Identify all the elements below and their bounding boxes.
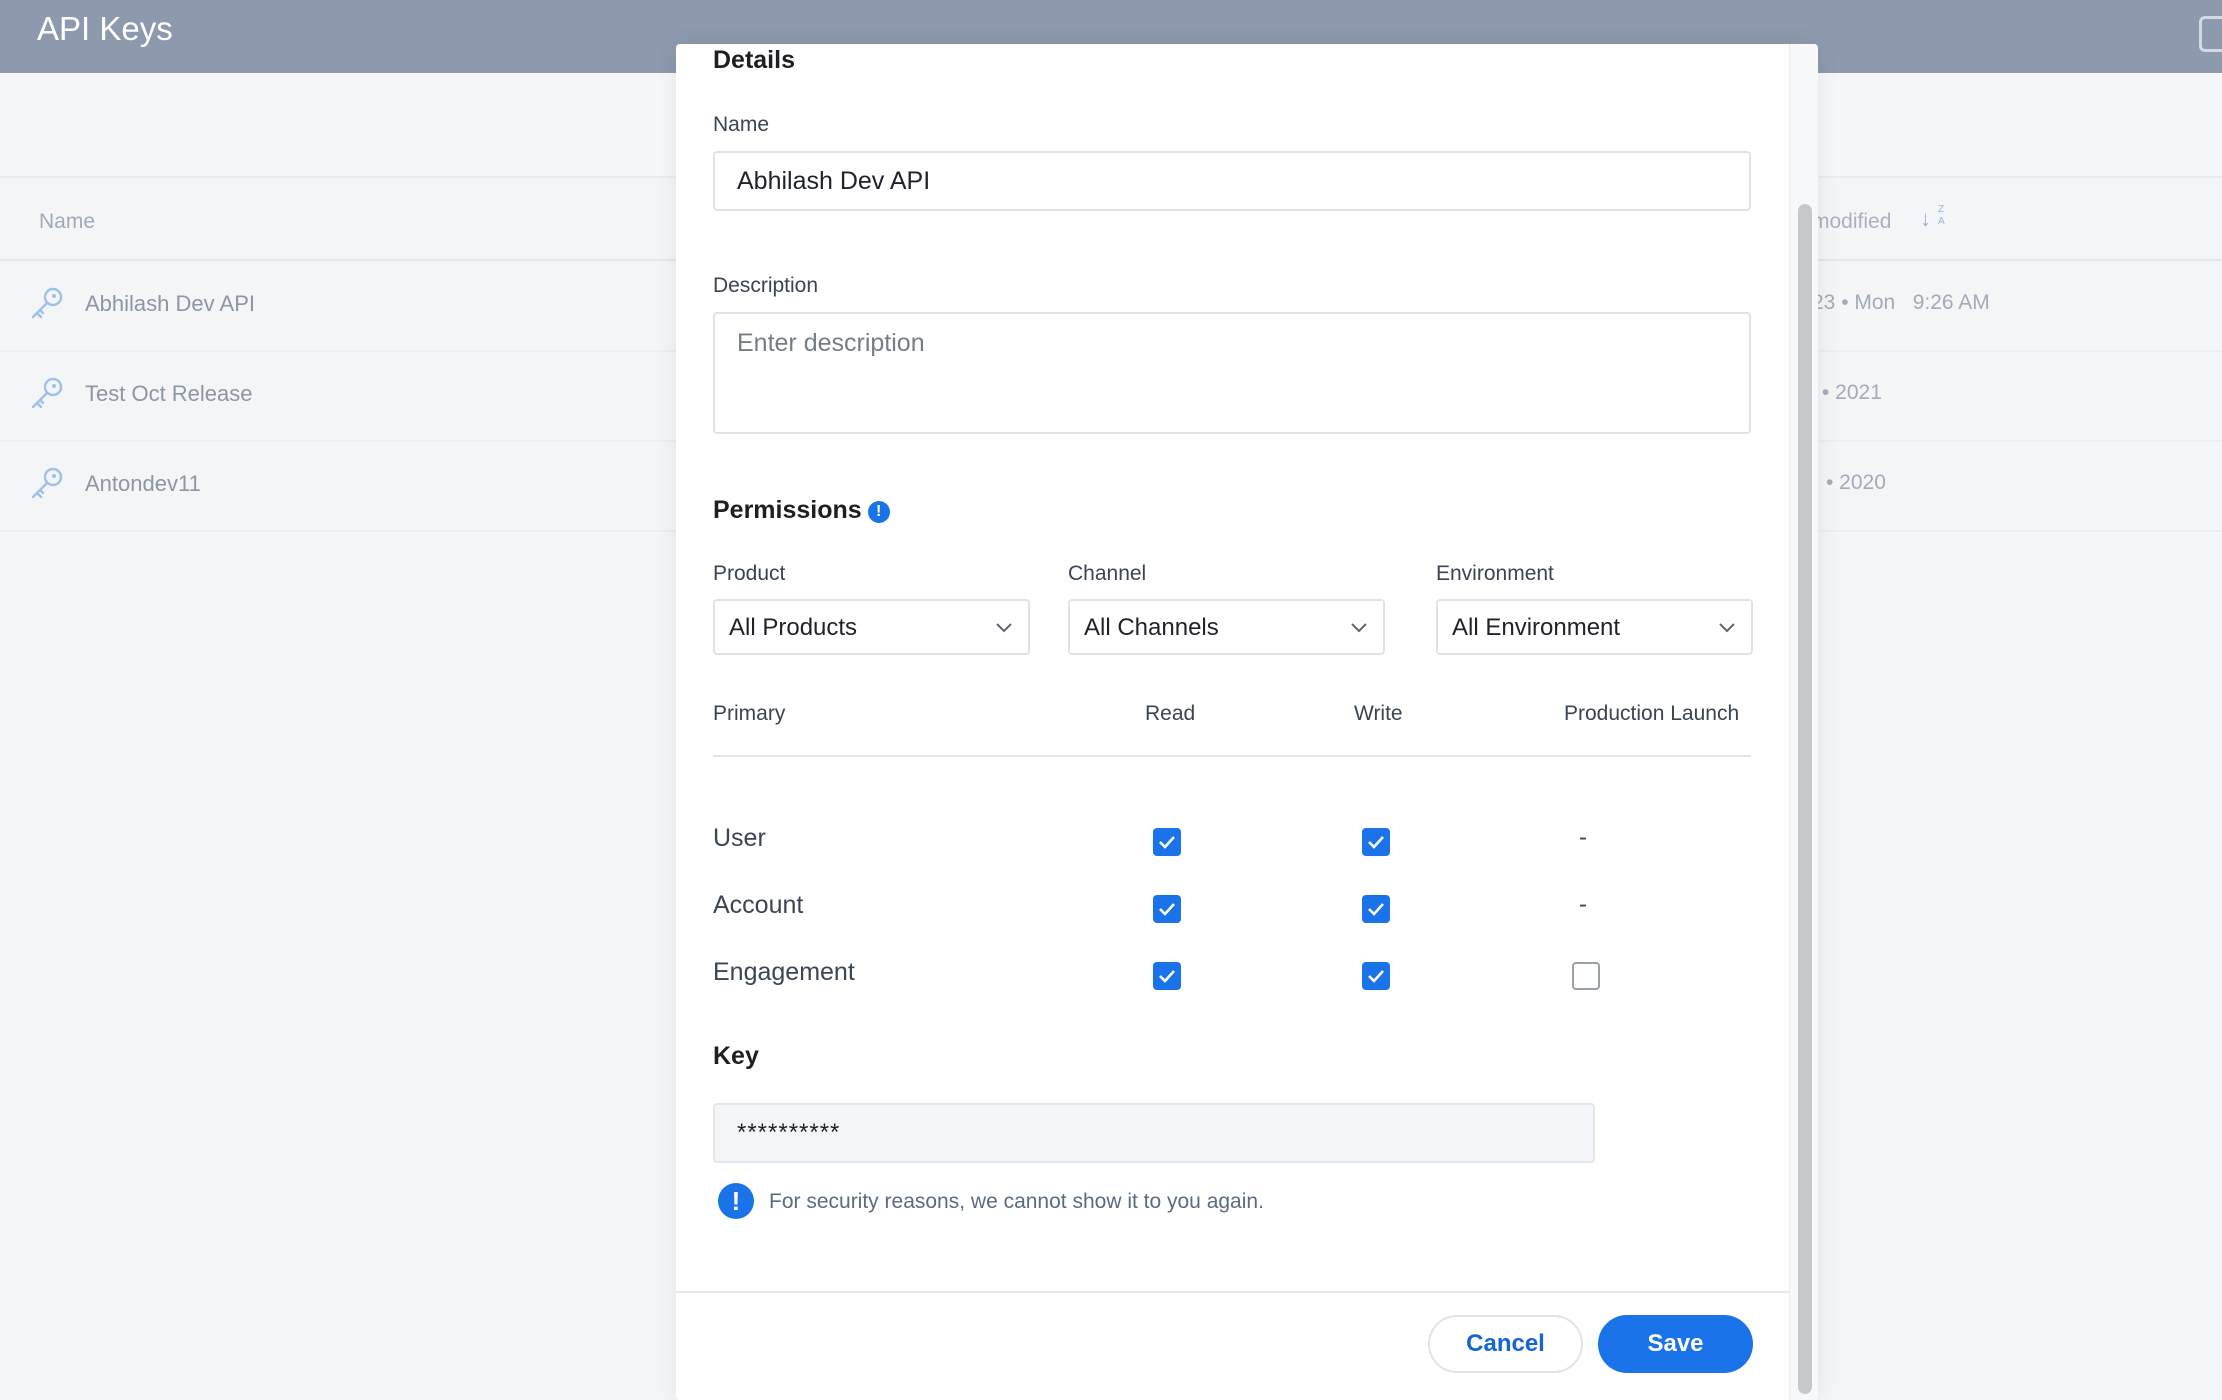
row-name: Antondev11 xyxy=(85,471,201,496)
key-value: ********** xyxy=(737,1119,841,1146)
alert-icon: ! xyxy=(718,1183,754,1219)
permission-label: User xyxy=(713,824,766,852)
product-select[interactable]: All Products xyxy=(713,599,1030,655)
write-checkbox[interactable] xyxy=(1362,828,1390,856)
modal-scrollbar-thumb[interactable] xyxy=(1798,204,1812,1394)
description-placeholder: Enter description xyxy=(737,329,925,357)
product-label: Product xyxy=(713,562,786,585)
api-key-details-modal: Details Name Abhilash Dev API Descriptio… xyxy=(676,44,1818,1400)
chat-icon[interactable] xyxy=(2199,16,2222,52)
production-launch-na: - xyxy=(1579,824,1587,851)
permission-row-engagement: Engagement xyxy=(676,948,1776,998)
footer-divider xyxy=(676,1291,1790,1293)
key-icon xyxy=(31,467,63,499)
environment-label: Environment xyxy=(1436,562,1554,585)
read-checkbox[interactable] xyxy=(1153,895,1181,923)
column-read: Read xyxy=(1145,702,1196,725)
permission-label: Engagement xyxy=(713,958,855,986)
read-checkbox[interactable] xyxy=(1153,962,1181,990)
name-input[interactable]: Abhilash Dev API xyxy=(713,151,1751,211)
permission-row-account: Account - xyxy=(676,881,1776,931)
column-header-name[interactable]: Name xyxy=(39,210,95,234)
column-header-modified[interactable]: modified xyxy=(1812,210,1891,234)
row-modified: 23 • Mon 9:26 AM xyxy=(1812,291,1990,314)
key-title: Key xyxy=(713,1042,759,1070)
chevron-down-icon xyxy=(1351,623,1367,633)
chevron-down-icon xyxy=(996,623,1012,633)
permission-label: Account xyxy=(713,891,804,919)
product-select-value: All Products xyxy=(729,614,858,641)
name-input-value: Abhilash Dev API xyxy=(737,167,931,195)
row-modified: • 2021 xyxy=(1822,381,1882,404)
key-icon xyxy=(31,377,63,409)
permissions-divider xyxy=(713,755,1751,757)
sort-icon[interactable]: ↓ ZA xyxy=(1920,204,1945,232)
description-label: Description xyxy=(713,274,819,297)
key-icon xyxy=(31,287,63,319)
production-launch-na: - xyxy=(1579,891,1587,918)
channel-select-value: All Channels xyxy=(1084,614,1219,641)
chevron-down-icon xyxy=(1719,623,1735,633)
key-field: ********** xyxy=(713,1103,1595,1163)
write-checkbox[interactable] xyxy=(1362,962,1390,990)
column-production-launch: Production Launch xyxy=(1564,702,1740,725)
sort-arrow: ↓ xyxy=(1920,206,1931,231)
page-title: API Keys xyxy=(37,10,173,47)
security-note-text: For security reasons, we cannot show it … xyxy=(769,1190,1264,1213)
info-icon[interactable]: ! xyxy=(867,501,890,523)
channel-label: Channel xyxy=(1068,562,1147,585)
column-primary: Primary xyxy=(713,702,786,725)
environment-select-value: All Environment xyxy=(1452,614,1621,641)
permission-row-user: User - xyxy=(676,814,1776,864)
read-checkbox[interactable] xyxy=(1153,828,1181,856)
name-label: Name xyxy=(713,113,770,136)
permissions-title-text: Permissions xyxy=(713,496,862,524)
environment-select[interactable]: All Environment xyxy=(1436,599,1753,655)
description-input[interactable]: Enter description xyxy=(713,312,1751,434)
production-launch-checkbox[interactable] xyxy=(1572,962,1600,990)
sort-letters: ZA xyxy=(1938,204,1945,227)
column-write: Write xyxy=(1354,702,1403,725)
save-button[interactable]: Save xyxy=(1598,1315,1753,1373)
modal-title: Details xyxy=(713,46,795,74)
cancel-button[interactable]: Cancel xyxy=(1428,1315,1583,1373)
permissions-title: Permissions! xyxy=(713,496,890,525)
row-modified: • 2020 xyxy=(1826,471,1886,494)
write-checkbox[interactable] xyxy=(1362,895,1390,923)
channel-select[interactable]: All Channels xyxy=(1068,599,1385,655)
row-name: Abhilash Dev API xyxy=(85,291,255,316)
row-name: Test Oct Release xyxy=(85,381,253,406)
